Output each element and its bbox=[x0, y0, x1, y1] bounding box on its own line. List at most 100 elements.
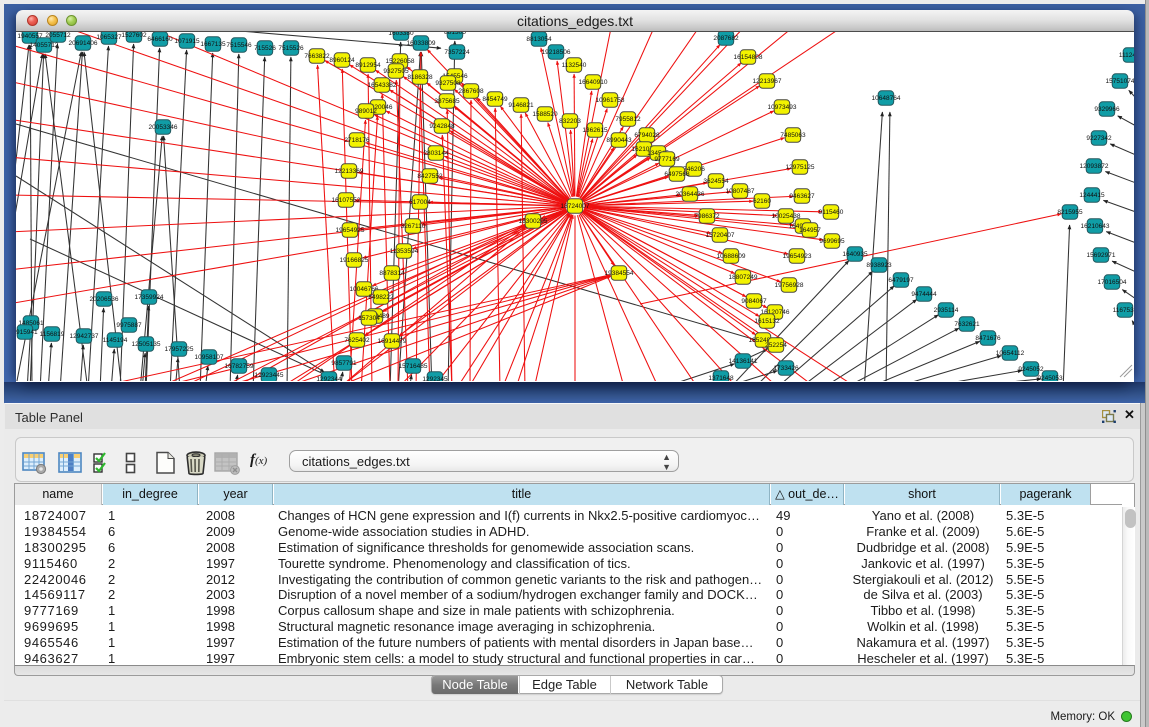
svg-text:12975125: 12975125 bbox=[786, 164, 815, 171]
svg-text:16914479: 16914479 bbox=[378, 338, 407, 345]
svg-text:10961758: 10961758 bbox=[596, 97, 625, 104]
svg-text:9329966: 9329966 bbox=[1094, 106, 1120, 113]
svg-text:8498222: 8498222 bbox=[368, 294, 394, 301]
svg-text:19166825: 19166825 bbox=[340, 257, 369, 264]
svg-text:8813054: 8813054 bbox=[526, 36, 552, 43]
svg-text:9327505: 9327505 bbox=[383, 68, 409, 75]
svg-text:8960124: 8960124 bbox=[329, 57, 355, 64]
svg-text:7986372: 7986372 bbox=[694, 213, 720, 220]
svg-text:8990443: 8990443 bbox=[606, 137, 632, 144]
svg-text:10958107: 10958107 bbox=[195, 354, 224, 361]
svg-text:1603380: 1603380 bbox=[388, 32, 414, 37]
svg-text:19756928: 19756928 bbox=[775, 282, 804, 289]
svg-text:20053346: 20053346 bbox=[149, 124, 178, 131]
svg-text:19218506: 19218506 bbox=[542, 49, 571, 56]
svg-text:989012: 989012 bbox=[355, 108, 377, 115]
svg-text:3875685: 3875685 bbox=[434, 98, 460, 105]
svg-text:10654112: 10654112 bbox=[996, 350, 1025, 357]
svg-text:15692971: 15692971 bbox=[1087, 252, 1116, 259]
svg-text:2055712: 2055712 bbox=[45, 32, 71, 39]
svg-text:16033809: 16033809 bbox=[407, 40, 436, 47]
svg-text:19654925: 19654925 bbox=[336, 227, 365, 234]
svg-text:18807249: 18807249 bbox=[729, 274, 758, 281]
svg-text:16107552: 16107552 bbox=[332, 197, 361, 204]
svg-text:15720407: 15720407 bbox=[706, 232, 735, 239]
svg-text:9327508: 9327508 bbox=[435, 80, 461, 87]
svg-text:10688609: 10688609 bbox=[717, 253, 746, 260]
svg-text:6497568: 6497568 bbox=[664, 171, 690, 178]
svg-text:17016504: 17016504 bbox=[1098, 279, 1127, 286]
svg-text:7485063: 7485063 bbox=[780, 132, 806, 139]
svg-text:16640910: 16640910 bbox=[579, 79, 608, 86]
svg-text:7632621: 7632621 bbox=[954, 321, 980, 328]
svg-text:2867608: 2867608 bbox=[458, 88, 484, 95]
svg-text:1132540: 1132540 bbox=[562, 62, 587, 69]
svg-text:20691406: 20691406 bbox=[69, 40, 98, 47]
svg-text:10807487: 10807487 bbox=[726, 188, 755, 195]
svg-text:62160: 62160 bbox=[753, 198, 771, 205]
svg-text:7955812: 7955812 bbox=[615, 116, 641, 123]
svg-text:1065327: 1065327 bbox=[96, 34, 122, 41]
svg-text:12942737: 12942737 bbox=[70, 333, 99, 340]
svg-text:1371648: 1371648 bbox=[708, 375, 734, 381]
svg-text:3915941: 3915941 bbox=[16, 329, 38, 336]
svg-text:6466160: 6466160 bbox=[147, 36, 173, 43]
svg-text:1244415: 1244415 bbox=[1079, 192, 1105, 199]
svg-text:9227342: 9227342 bbox=[1086, 135, 1112, 142]
svg-text:2803144: 2803144 bbox=[423, 150, 449, 157]
svg-text:832203: 832203 bbox=[559, 118, 581, 125]
svg-text:12923445: 12923445 bbox=[255, 372, 284, 379]
svg-text:8427552: 8427552 bbox=[417, 173, 443, 180]
svg-text:9474444: 9474444 bbox=[911, 291, 937, 298]
svg-text:19384554: 19384554 bbox=[605, 270, 634, 277]
svg-text:1527602: 1527602 bbox=[121, 32, 147, 39]
svg-text:16154808: 16154808 bbox=[734, 54, 763, 61]
svg-text:18300295: 18300295 bbox=[519, 218, 548, 225]
svg-text:9084067: 9084067 bbox=[741, 298, 767, 305]
svg-text:7625402: 7625402 bbox=[344, 337, 370, 344]
svg-text:16782759: 16782759 bbox=[225, 363, 254, 370]
svg-text:1733426: 1733426 bbox=[773, 365, 799, 372]
svg-text:15751074: 15751074 bbox=[1106, 78, 1134, 85]
svg-text:7357224: 7357224 bbox=[444, 49, 470, 56]
svg-text:11353594: 11353594 bbox=[390, 248, 419, 255]
svg-text:16543382: 16543382 bbox=[368, 82, 397, 89]
svg-text:8471676: 8471676 bbox=[975, 335, 1001, 342]
svg-text:8878314: 8878314 bbox=[379, 270, 405, 277]
svg-text:9777169: 9777169 bbox=[654, 156, 680, 163]
svg-text:18724007: 18724007 bbox=[561, 203, 590, 210]
svg-text:9242848: 9242848 bbox=[429, 123, 455, 130]
svg-text:9975887: 9975887 bbox=[116, 322, 142, 329]
svg-text:8186328: 8186328 bbox=[407, 74, 433, 81]
svg-text:1145194: 1145194 bbox=[103, 337, 128, 344]
svg-text:2087682: 2087682 bbox=[713, 35, 739, 42]
svg-text:14136141: 14136141 bbox=[729, 358, 758, 365]
svg-text:6479197: 6479197 bbox=[888, 277, 914, 284]
svg-text:9115460: 9115460 bbox=[819, 209, 844, 216]
svg-text:2935114: 2935114 bbox=[934, 307, 959, 314]
svg-text:12093872: 12093872 bbox=[1080, 163, 1109, 170]
svg-text:20364436: 20364436 bbox=[676, 191, 705, 198]
svg-text:157304: 157304 bbox=[358, 315, 380, 322]
svg-text:6794028: 6794028 bbox=[634, 132, 660, 139]
svg-text:1292345: 1292345 bbox=[422, 376, 448, 381]
svg-text:9857791: 9857791 bbox=[331, 360, 357, 367]
svg-text:8938923: 8938923 bbox=[866, 262, 892, 269]
svg-text:715526: 715526 bbox=[254, 45, 276, 52]
svg-text:617004: 617004 bbox=[409, 199, 431, 206]
svg-text:881305: 881305 bbox=[444, 32, 466, 36]
svg-text:10973493: 10973493 bbox=[768, 104, 797, 111]
svg-text:9699695: 9699695 bbox=[819, 238, 845, 245]
svg-text:1167533: 1167533 bbox=[1113, 307, 1134, 314]
svg-text:17957225: 17957225 bbox=[165, 346, 194, 353]
svg-text:20206536: 20206536 bbox=[90, 296, 119, 303]
svg-text:1667135: 1667135 bbox=[200, 41, 226, 48]
svg-text:19654923: 19654923 bbox=[783, 253, 812, 260]
svg-text:17359924: 17359924 bbox=[135, 294, 164, 301]
svg-text:3624554: 3624554 bbox=[703, 178, 729, 185]
svg-text:9146821: 9146821 bbox=[508, 102, 534, 109]
svg-text:2718176: 2718176 bbox=[344, 137, 370, 144]
svg-text:7663822: 7663822 bbox=[304, 53, 330, 60]
svg-text:164957: 164957 bbox=[799, 227, 821, 234]
svg-text:10648764: 10648764 bbox=[872, 95, 901, 102]
